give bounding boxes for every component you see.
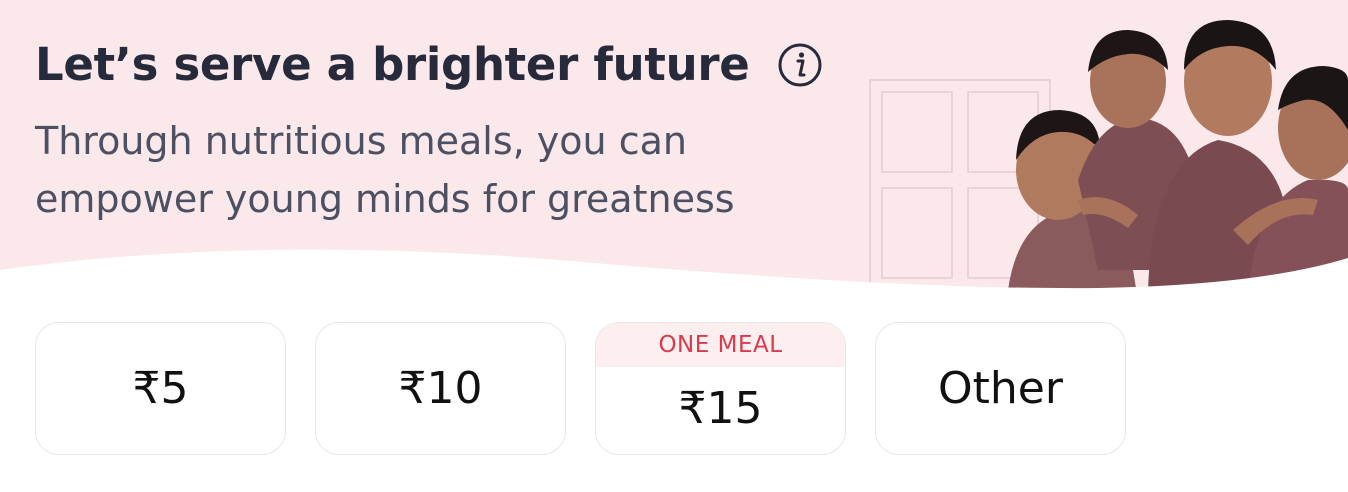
amount-label: ₹10 [398,363,483,414]
amount-label: ₹15 [678,383,763,434]
banner-wave [0,249,1348,300]
amount-10-button[interactable]: ₹10 [315,322,566,455]
amount-5-button[interactable]: ₹5 [35,322,286,455]
other-amount-button[interactable]: Other [875,322,1126,455]
banner-title: Let’s serve a brighter future [35,38,750,91]
one-meal-badge: ONE MEAL [596,323,845,367]
amount-label: Other [938,363,1063,414]
title-row: Let’s serve a brighter future [35,38,823,91]
info-icon[interactable] [777,42,823,88]
subtitle-line-1: Through nutritious meals, you can [35,119,687,163]
amount-options: ₹5 ₹10 ONE MEAL ₹15 Other [35,322,1126,455]
donation-card: Let’s serve a brighter future Through nu… [0,0,1348,492]
amount-label: ₹5 [132,363,189,414]
amount-15-button[interactable]: ONE MEAL ₹15 [595,322,846,455]
banner-subtitle: Through nutritious meals, you can empowe… [35,112,855,228]
subtitle-line-2: empower young minds for greatness [35,177,735,221]
hero-banner: Let’s serve a brighter future Through nu… [0,0,1348,300]
